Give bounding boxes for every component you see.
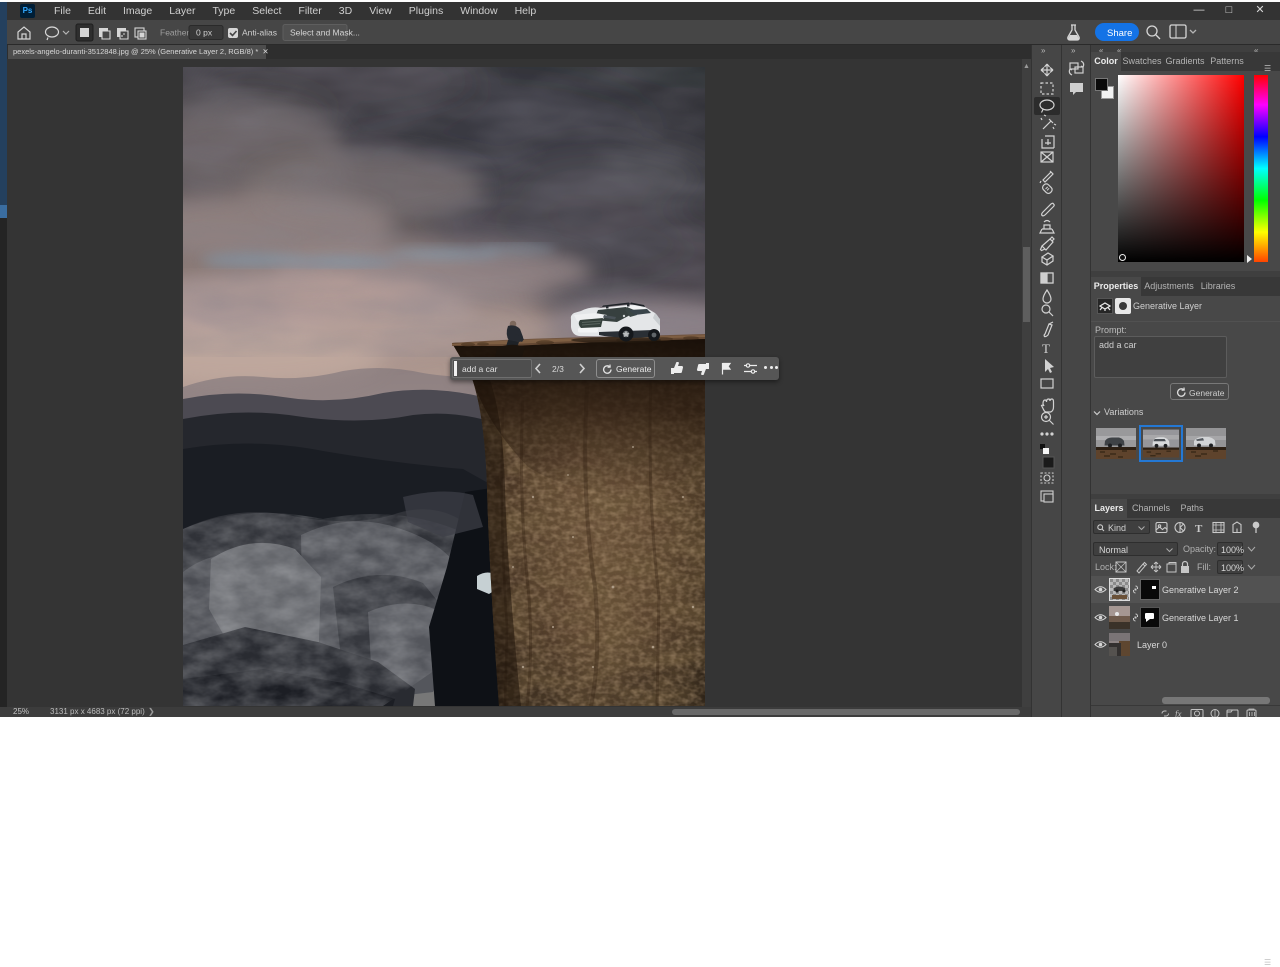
svg-text:Anti-alias: Anti-alias bbox=[242, 28, 277, 38]
svg-text:T: T bbox=[1195, 523, 1203, 535]
svg-text:Select and Mask...: Select and Mask... bbox=[290, 28, 360, 38]
svg-text:T: T bbox=[1042, 341, 1050, 356]
svg-text:Share: Share bbox=[1107, 28, 1132, 39]
svg-text:0 px: 0 px bbox=[196, 28, 213, 38]
svg-text:Feather:: Feather: bbox=[160, 28, 192, 38]
